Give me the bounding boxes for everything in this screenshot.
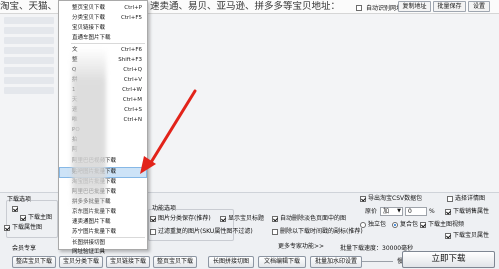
batch-watermark-button[interactable]: 批量加水印设置 bbox=[310, 256, 362, 268]
menu-item[interactable]: 宝贝链接下载 bbox=[60, 24, 146, 33]
download-options-title: 下载选项 bbox=[7, 196, 32, 203]
checkbox-box[interactable] bbox=[12, 205, 18, 212]
link-download-button[interactable]: 宝贝链接下载 bbox=[106, 256, 150, 268]
menu-item-shortcut: Ctrl+V bbox=[123, 77, 142, 83]
menu-item-shortcut: Ctrl+P bbox=[124, 5, 142, 11]
percent-label: % bbox=[429, 208, 435, 215]
checkbox-box[interactable] bbox=[150, 228, 156, 235]
checkbox-box[interactable] bbox=[4, 224, 10, 231]
checkbox-box[interactable] bbox=[445, 208, 451, 215]
checkbox-box[interactable] bbox=[20, 214, 26, 221]
long-image-stitch-button[interactable]: 长图拼接切图 bbox=[208, 256, 254, 268]
auto-recognize-label: 自动识别网址 bbox=[366, 5, 403, 12]
download-desc-image-option[interactable]: 下载属性图 bbox=[4, 224, 42, 231]
shop-download-button[interactable]: 整店宝贝下载 bbox=[12, 256, 56, 268]
select-detail-option[interactable]: 选择详情图 bbox=[447, 195, 485, 202]
member-zone-label: 会员专享 bbox=[12, 245, 37, 252]
menu-separator bbox=[71, 237, 145, 238]
menu-item-label: 速卖通图片下载 bbox=[72, 219, 111, 225]
export-csv-option[interactable]: 导出淘宝CSV数据包 bbox=[360, 195, 422, 202]
menu-item-label: 宝贝链接下载 bbox=[72, 25, 106, 31]
menu-item[interactable]: 苏宁图片批量下载 bbox=[60, 228, 146, 237]
function-options-title: 功能选项 bbox=[152, 205, 177, 212]
function-options-group bbox=[148, 209, 234, 241]
menu-item-shortcut: Ctrl+F6 bbox=[120, 47, 142, 53]
download-item-attr-option[interactable]: 下载宝贝属性 bbox=[445, 232, 489, 239]
checkbox-box[interactable] bbox=[420, 221, 426, 228]
auto-recognize-checkbox[interactable]: 自动识别网址 bbox=[356, 3, 402, 12]
download-main-image-label: 下载主图 bbox=[20, 214, 52, 221]
checkbox-box[interactable] bbox=[356, 4, 362, 11]
red-arrow-icon bbox=[140, 89, 197, 174]
menu-separator bbox=[71, 43, 145, 44]
chevron-down-icon: ▼ bbox=[397, 208, 401, 214]
more-expert-features-link[interactable]: 更多专家功能>> bbox=[278, 243, 324, 250]
category-download-button[interactable]: 宝贝分类下载 bbox=[59, 256, 103, 268]
menu-item[interactable]: 分类宝贝下载 Ctrl+F5 bbox=[60, 14, 146, 23]
menu-item-label: 整页宝贝下载 bbox=[72, 5, 106, 11]
price-mode-label: 原价 bbox=[365, 208, 378, 215]
checkbox-box[interactable] bbox=[447, 195, 453, 202]
menu-item-label: 苏宁图片批量下载 bbox=[72, 229, 117, 235]
menu-item[interactable]: 整页宝贝下载 Ctrl+P bbox=[60, 4, 146, 13]
menu-item-label: 分类宝贝下载 bbox=[72, 15, 106, 21]
batch-save-button[interactable]: 批量保存 bbox=[433, 1, 466, 12]
price-value-input[interactable]: 0 bbox=[405, 207, 427, 216]
platforms-label-right: 速卖通、易贝、亚马逊、拼多多等宝贝地址： bbox=[150, 1, 341, 12]
checkbox-box[interactable] bbox=[272, 228, 278, 235]
checkbox-box[interactable] bbox=[360, 195, 366, 202]
blurred-region bbox=[72, 48, 106, 218]
option-auto-rename[interactable]: 删除以下载时间戳的副标(推荐) bbox=[272, 228, 363, 235]
menu-item-label: 网址验证工具 bbox=[72, 249, 106, 255]
platforms-label-left: 淘宝、天猫、 bbox=[0, 1, 58, 12]
menu-item-label: 长图拼接切图 bbox=[72, 240, 106, 246]
download-sales-attr-option[interactable]: 下载销售属性 bbox=[445, 208, 489, 215]
copy-address-button[interactable]: 复制地址 bbox=[398, 1, 431, 12]
sole-package-radio[interactable]: 独立包 bbox=[360, 221, 386, 228]
menu-item[interactable]: 长图拼接切图 bbox=[60, 239, 146, 248]
option-show-title[interactable]: 显示宝贝标题 bbox=[220, 215, 264, 222]
radio-circle[interactable] bbox=[360, 221, 366, 228]
checkbox-box[interactable] bbox=[272, 215, 278, 222]
download-video-option[interactable]: 下载主图视频 bbox=[420, 221, 464, 228]
checkbox-box[interactable] bbox=[150, 215, 156, 222]
menu-item[interactable]: 直通车图片下载 bbox=[60, 34, 146, 43]
option-auto-remove-small[interactable]: 自动删除淡色页面中的图 bbox=[272, 215, 346, 222]
price-mode-select[interactable]: 加 ▼ bbox=[380, 207, 403, 216]
menu-item-shortcut: Ctrl+Q bbox=[123, 67, 142, 73]
doc-edit-download-button[interactable]: 文档编辑下载 bbox=[258, 256, 306, 268]
download-main-image-option[interactable] bbox=[12, 205, 20, 212]
settings-button[interactable]: 设置 bbox=[468, 1, 490, 12]
option-sku-save[interactable]: 图片分类保存(推荐) bbox=[150, 215, 211, 222]
combined-package-radio[interactable]: 复合包 bbox=[392, 221, 418, 228]
menu-item-shortcut: Shift+F3 bbox=[118, 57, 142, 63]
start-download-button[interactable]: 立即下载 bbox=[402, 251, 495, 268]
menu-item[interactable]: 速卖通图片下载 bbox=[60, 218, 146, 227]
checkbox-box[interactable] bbox=[445, 232, 451, 239]
menu-item-shortcut: Ctrl+F5 bbox=[120, 15, 142, 21]
menu-item[interactable]: 网址验证工具 bbox=[60, 248, 146, 257]
menu-item-label: 直通车图片下载 bbox=[72, 35, 111, 41]
radio-circle[interactable] bbox=[392, 221, 398, 228]
left-blurred-area bbox=[0, 14, 58, 192]
checkbox-box[interactable] bbox=[220, 215, 226, 222]
option-filter-repeat[interactable]: 过滤重复的图片(SKU属性图不过滤) bbox=[150, 228, 253, 235]
page-download-button[interactable]: 整页宝贝下载 bbox=[153, 256, 197, 268]
